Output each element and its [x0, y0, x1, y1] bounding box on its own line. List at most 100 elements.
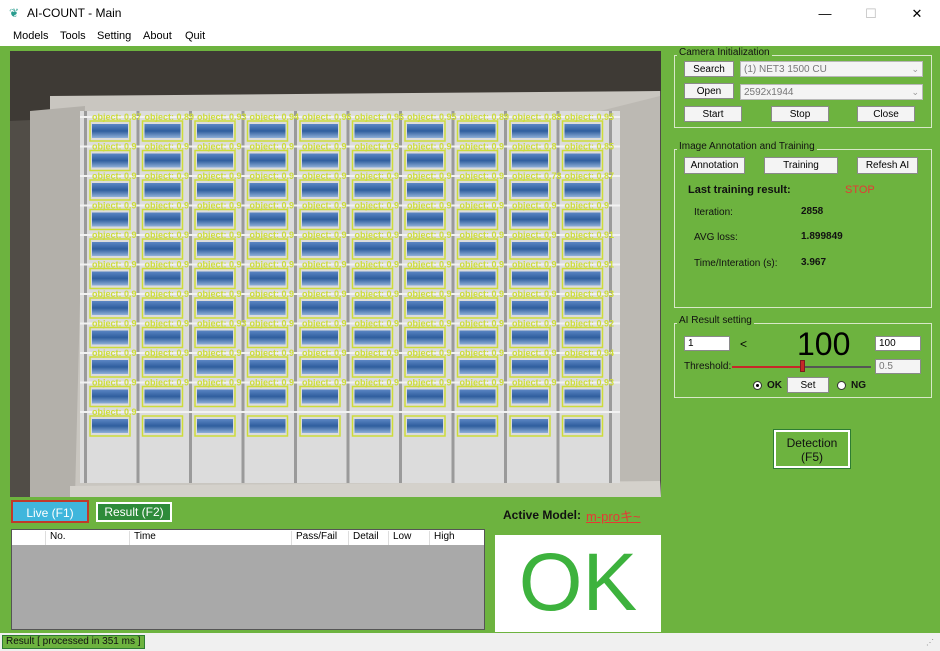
detection-label: object: 0.9: [355, 378, 400, 388]
detection-label: object: 0.9: [92, 260, 137, 270]
detection-label: object: 0.9: [407, 378, 452, 388]
results-table[interactable]: No. Time Pass/Fail Detail Low High: [11, 529, 485, 630]
product-item: [144, 124, 181, 138]
column-header-high[interactable]: High: [429, 531, 484, 545]
detection-button-line2: (F5): [801, 450, 823, 464]
product-item: [564, 301, 601, 315]
camera-select[interactable]: (1) NET3 1500 CU ⌄: [740, 61, 923, 77]
camera-view[interactable]: object: 0.87 object: 0.89 object: 0.93 obje…: [10, 51, 661, 497]
tray-divider: [294, 111, 297, 483]
tray-divider: [84, 111, 87, 483]
status-bar: Result [ processed in 351 ms ] ⋰: [0, 633, 940, 651]
result-tab[interactable]: Result (F2): [96, 502, 172, 522]
column-header-selector[interactable]: [12, 531, 45, 545]
chevron-down-icon: ⌄: [911, 64, 919, 74]
avg-loss-label: AVG loss:: [694, 232, 738, 243]
product-item: [354, 153, 391, 168]
refresh-ai-button[interactable]: Refesh AI: [857, 157, 918, 174]
detection-label: object: 0.89: [460, 112, 510, 122]
menu-models[interactable]: Models: [13, 30, 48, 42]
active-model-value[interactable]: m-proキ~: [586, 506, 641, 525]
less-than-sign: <: [740, 337, 748, 351]
result-display: OK: [495, 535, 661, 632]
threshold-input[interactable]: 0.5: [875, 359, 921, 374]
product-item: [249, 153, 286, 168]
product-item: [564, 419, 601, 433]
column-header-no[interactable]: No.: [45, 531, 125, 545]
detection-label: object: 0.9: [355, 142, 400, 152]
product-item: [197, 301, 233, 315]
column-header-detail[interactable]: Detail: [348, 531, 388, 545]
start-button[interactable]: Start: [684, 106, 742, 122]
training-button[interactable]: Training: [764, 157, 838, 174]
product-item: [249, 212, 286, 227]
menu-setting[interactable]: Setting: [97, 30, 131, 42]
detection-label: object: 0.9: [407, 260, 452, 270]
product-item: [92, 301, 128, 315]
product-item: [354, 124, 391, 138]
column-header-low[interactable]: Low: [388, 531, 428, 545]
product-item: [459, 271, 496, 286]
detection-label: object: 0.9: [250, 142, 295, 152]
product-item: [512, 271, 548, 286]
product-item: [512, 153, 548, 168]
column-header-pass-fail[interactable]: Pass/Fail: [291, 531, 347, 545]
menu-quit[interactable]: Quit: [185, 30, 205, 42]
product-item: [512, 124, 548, 138]
close-camera-button[interactable]: Close: [857, 106, 915, 122]
product-item: [407, 419, 443, 433]
column-header-time[interactable]: Time: [129, 531, 294, 545]
product-item: [197, 330, 233, 345]
product-item: [459, 389, 496, 404]
detection-label: object: 0.89: [145, 112, 195, 122]
ng-radio-label[interactable]: NG: [851, 380, 866, 391]
resolution-select[interactable]: 2592x1944 ⌄: [740, 84, 923, 100]
ok-radio-label[interactable]: OK: [767, 380, 782, 391]
product-item: [512, 389, 548, 404]
product-item: [564, 271, 601, 286]
avg-loss-value: 1.899849: [801, 231, 843, 242]
last-training-label: Last training result:: [688, 184, 791, 196]
product-item: [354, 183, 391, 197]
product-item: [92, 271, 128, 286]
detection-label: object: 0.9: [145, 348, 190, 358]
ok-radio[interactable]: [753, 381, 762, 390]
camera-image: object: 0.87 object: 0.89 object: 0.93 obje…: [10, 51, 661, 497]
close-window-button[interactable]: ✕: [894, 0, 940, 27]
product-item: [144, 330, 181, 345]
detection-label: object: 0.9: [355, 201, 400, 211]
stop-button[interactable]: Stop: [771, 106, 829, 122]
max-count-input[interactable]: 100: [875, 336, 921, 351]
live-tab[interactable]: Live (F1): [11, 500, 89, 523]
slider-thumb[interactable]: [799, 360, 805, 372]
detection-label: object: 0.9: [407, 142, 452, 152]
ng-radio[interactable]: [837, 381, 846, 390]
resize-grip-icon[interactable]: ⋰: [926, 638, 934, 647]
detection-label: object: 0.9: [460, 201, 505, 211]
search-button[interactable]: Search: [684, 61, 734, 77]
detection-label: object: 0.91: [565, 260, 615, 270]
set-button[interactable]: Set: [787, 377, 829, 393]
detection-label: object: 0.9: [302, 319, 347, 329]
camera-select-value: (1) NET3 1500 CU: [744, 64, 827, 75]
product-item: [249, 389, 286, 404]
product-item: [564, 330, 601, 345]
detection-label: object: 0.87: [92, 112, 142, 122]
threshold-slider[interactable]: [732, 360, 871, 374]
product-item: [302, 301, 338, 315]
annotation-button[interactable]: Annotation: [684, 157, 745, 174]
menu-tools[interactable]: Tools: [60, 30, 86, 42]
threshold-label: Threshold:: [684, 361, 732, 372]
product-item: [249, 124, 286, 138]
detection-label: object: 0.9: [145, 319, 190, 329]
detection-label: object: 0.9: [197, 201, 242, 211]
min-count-input[interactable]: 1: [684, 336, 730, 351]
minimize-button[interactable]: —: [802, 0, 848, 27]
maximize-button[interactable]: ☐: [848, 0, 894, 27]
menu-about[interactable]: About: [143, 30, 172, 42]
detection-label: object: 0.9: [250, 319, 295, 329]
product-item: [354, 389, 391, 404]
open-button[interactable]: Open: [684, 83, 734, 99]
detection-label: object: 0.9: [512, 289, 557, 299]
detection-button[interactable]: Detection (F5): [773, 429, 851, 469]
